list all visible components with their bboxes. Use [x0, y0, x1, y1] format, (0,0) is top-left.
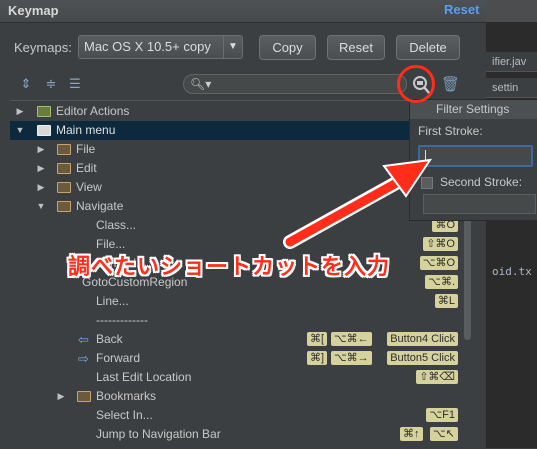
tree-row[interactable]: Select In... ⌥F1 [10, 406, 462, 425]
keymap-select-value: Mac OS X 10.5+ copy [84, 39, 211, 54]
menu-icon [37, 125, 51, 136]
folder-icon [57, 182, 71, 193]
tree-label: Bookmarks [96, 389, 157, 403]
tree-row-selected[interactable]: ▼ Main menu [10, 121, 462, 140]
keymaps-label: Keymaps: [14, 40, 72, 55]
trash-icon[interactable]: 🗑︎ [441, 75, 460, 93]
title-bar [0, 0, 486, 23]
chevron-right-icon[interactable]: ▶ [36, 159, 46, 178]
chevron-right-icon[interactable]: ▶ [15, 102, 25, 121]
chevron-right-icon[interactable]: ▶ [36, 178, 46, 197]
second-stroke-label: Second Stroke: [440, 175, 523, 189]
first-stroke-input[interactable] [418, 145, 533, 167]
shortcut-badge: ⌘[ [307, 332, 328, 346]
tree-row[interactable]: Last Edit Location ⇧⌘⌫ [10, 368, 462, 387]
shortcut-badge: ⌘L [434, 294, 458, 308]
shortcut-badge: ⌥F1 [426, 408, 458, 422]
shortcut-badge: Button5 Click [387, 351, 458, 365]
folder-icon [57, 144, 71, 155]
shortcut-badge: ⌥⌘← [331, 332, 372, 346]
tree-row[interactable]: ⇦ Back ⌘[ ⌥⌘← Button4 Click [10, 330, 462, 349]
second-stroke-input[interactable] [423, 194, 536, 214]
first-stroke-label: First Stroke: [418, 124, 483, 138]
shortcut-badge: ⌘↑ [400, 427, 423, 441]
editor-toolbar [486, 0, 537, 23]
tree-row[interactable]: ▶ File [10, 140, 462, 159]
chevron-right-icon[interactable]: ▶ [36, 140, 46, 159]
folder-icon [57, 201, 71, 212]
tree-label: Navigate [76, 199, 124, 213]
tree-separator: ------------- [96, 313, 148, 327]
search-icon: 🔍︎▾ [190, 77, 212, 91]
keymap-select[interactable]: Mac OS X 10.5+ copy ▼ [78, 35, 243, 59]
shortcut-badge: Button4 Click [387, 332, 458, 346]
folder-icon [37, 106, 51, 117]
annotation-caption: 調べたいショートカットを入力 [68, 254, 391, 279]
tree-row[interactable]: ▶ Editor Actions [10, 102, 462, 121]
tree-label: Back [96, 332, 123, 346]
collapse-all-icon[interactable]: ≑ [43, 76, 59, 92]
reset-link[interactable]: Reset [444, 2, 479, 17]
shortcut-badge: ⇧⌘⌫ [416, 370, 458, 384]
tree-label: Class... [96, 218, 137, 232]
tree-row[interactable]: ⇨ Forward ⌘] ⌥⌘→ Button5 Click [10, 349, 462, 368]
shortcut-badge: ⇧⌘O [423, 237, 458, 251]
filter-settings-title: Filter Settings [410, 100, 537, 119]
tree-row[interactable]: Line... ⌘L [10, 292, 462, 311]
tree-label: File [76, 142, 96, 156]
shortcut-badge: ⌥⌘. [425, 275, 458, 289]
background-editor: ifier.jav settin oid.tx [486, 0, 537, 448]
shortcut-badge: ⌥↖ [430, 427, 458, 441]
tree-label: Line... [96, 294, 129, 308]
tree-label: Jump to Navigation Bar [96, 427, 221, 441]
expand-all-icon[interactable]: ⇕ [18, 76, 34, 92]
chevron-right-icon[interactable]: ▶ [56, 387, 66, 406]
tree-label: Select In... [96, 408, 153, 422]
tree-row[interactable]: ▼ Navigate [10, 197, 462, 216]
tree-label: Editor Actions [56, 104, 130, 118]
tree-row[interactable]: ▶ Bookmarks [10, 387, 462, 406]
tree-row: ------------- [10, 311, 462, 330]
tree-row[interactable]: ▶ View [10, 178, 462, 197]
editor-tab[interactable]: ifier.jav [486, 52, 537, 72]
shortcut-badge: ⌥⌘O [419, 256, 458, 270]
tree-label: Last Edit Location [96, 370, 192, 384]
tree-label: Main menu [56, 123, 116, 137]
text-caret [425, 150, 426, 162]
reset-button[interactable]: Reset [327, 35, 385, 60]
shortcut-badge: ⌥⌘→ [331, 351, 372, 365]
tree-row[interactable]: Class... ⌘O [10, 216, 462, 235]
second-stroke-checkbox[interactable] [421, 177, 433, 189]
folder-icon [57, 163, 71, 174]
chevron-down-icon[interactable]: ▼ [15, 121, 25, 140]
chevron-down-icon[interactable]: ▼ [36, 197, 46, 216]
forward-arrow-icon: ⇨ [78, 351, 89, 366]
shortcut-badge: ⌘] [307, 351, 328, 365]
folder-icon [77, 391, 91, 402]
highlight-circle [397, 65, 435, 103]
delete-button[interactable]: Delete [396, 35, 460, 60]
tree-row[interactable]: Jump to Navigation Bar ⌘↑ ⌥↖ [10, 425, 462, 444]
editor-code-fragment: oid.tx [492, 265, 532, 278]
chevron-down-icon: ▼ [223, 36, 242, 58]
back-arrow-icon: ⇦ [78, 332, 89, 347]
copy-button[interactable]: Copy [259, 35, 316, 60]
tree-label: Edit [76, 161, 97, 175]
search-input[interactable]: 🔍︎▾ [183, 74, 407, 94]
tree-label: View [76, 180, 102, 194]
editor-tab[interactable]: settin [486, 78, 537, 98]
tree-row[interactable]: ▶ Edit [10, 159, 462, 178]
tree-label: Forward [96, 351, 141, 365]
window-title: Keymap [8, 3, 59, 18]
show-conflicts-icon[interactable]: ☰ [67, 76, 83, 92]
